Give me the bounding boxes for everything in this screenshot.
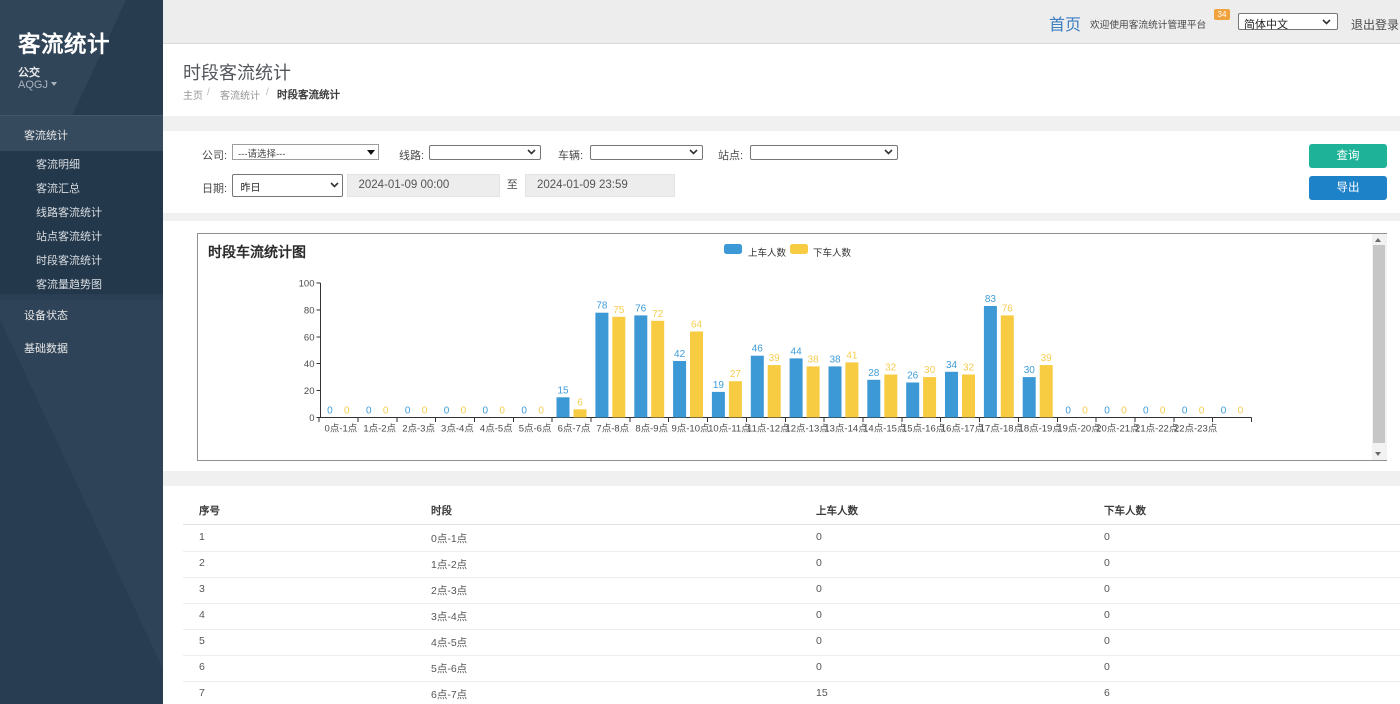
- svg-text:44: 44: [790, 346, 802, 357]
- svg-text:0: 0: [1198, 405, 1204, 416]
- svg-text:2点-3点: 2点-3点: [402, 423, 435, 434]
- svg-text:30: 30: [924, 365, 936, 376]
- svg-text:0: 0: [538, 405, 544, 416]
- svg-text:1点-2点: 1点-2点: [363, 423, 396, 434]
- svg-text:39: 39: [768, 353, 780, 364]
- svg-text:21点-22点: 21点-22点: [1135, 423, 1179, 434]
- svg-text:0: 0: [404, 405, 410, 416]
- svg-text:0: 0: [1121, 405, 1127, 416]
- svg-text:7点-8点: 7点-8点: [596, 423, 629, 434]
- svg-text:0: 0: [1082, 405, 1088, 416]
- svg-text:0点-1点: 0点-1点: [324, 423, 357, 434]
- svg-text:0: 0: [309, 413, 314, 424]
- svg-text:0: 0: [1181, 405, 1187, 416]
- svg-text:0: 0: [421, 405, 427, 416]
- svg-text:4点-5点: 4点-5点: [479, 423, 512, 434]
- svg-text:17点-18点: 17点-18点: [979, 423, 1023, 434]
- svg-text:40: 40: [303, 359, 314, 370]
- svg-text:41: 41: [846, 350, 858, 361]
- svg-text:14点-15点: 14点-15点: [863, 423, 907, 434]
- svg-text:3点-4点: 3点-4点: [441, 423, 474, 434]
- svg-text:0: 0: [366, 405, 372, 416]
- svg-text:46: 46: [751, 344, 763, 355]
- svg-text:32: 32: [885, 363, 897, 374]
- svg-text:19: 19: [712, 380, 724, 391]
- svg-text:20: 20: [303, 386, 314, 397]
- svg-text:0: 0: [382, 405, 388, 416]
- svg-text:28: 28: [868, 368, 880, 379]
- svg-text:18点-19点: 18点-19点: [1018, 423, 1062, 434]
- svg-text:80: 80: [303, 306, 314, 317]
- svg-text:76: 76: [1001, 303, 1013, 314]
- svg-text:83: 83: [984, 294, 996, 305]
- svg-text:0: 0: [327, 405, 333, 416]
- svg-text:0: 0: [443, 405, 449, 416]
- svg-text:0: 0: [1065, 405, 1071, 416]
- svg-text:16点-17点: 16点-17点: [940, 423, 984, 434]
- svg-text:75: 75: [613, 305, 625, 316]
- svg-text:60: 60: [303, 332, 314, 343]
- svg-text:11点-12点: 11点-12点: [747, 423, 790, 434]
- svg-text:38: 38: [807, 354, 819, 365]
- svg-text:9点-10点: 9点-10点: [671, 423, 710, 434]
- svg-text:8点-9点: 8点-9点: [635, 423, 668, 434]
- svg-text:0: 0: [521, 405, 527, 416]
- svg-text:64: 64: [690, 320, 702, 331]
- svg-text:0: 0: [460, 405, 466, 416]
- svg-text:76: 76: [635, 303, 647, 314]
- svg-text:34: 34: [945, 360, 957, 371]
- svg-text:20点-21点: 20点-21点: [1096, 423, 1140, 434]
- svg-text:0: 0: [344, 405, 350, 416]
- svg-text:72: 72: [652, 309, 664, 320]
- svg-text:100: 100: [298, 279, 314, 290]
- svg-text:6: 6: [577, 397, 583, 408]
- svg-text:15点-16点: 15点-16点: [901, 423, 945, 434]
- svg-text:12点-13点: 12点-13点: [785, 423, 829, 434]
- svg-text:0: 0: [1237, 405, 1243, 416]
- svg-text:78: 78: [596, 301, 608, 312]
- svg-text:27: 27: [729, 369, 741, 380]
- svg-text:26: 26: [907, 371, 919, 382]
- svg-text:10点-11点: 10点-11点: [708, 423, 751, 434]
- svg-text:30: 30: [1023, 365, 1035, 376]
- svg-text:6点-7点: 6点-7点: [557, 423, 590, 434]
- svg-text:0: 0: [1220, 405, 1226, 416]
- svg-text:0: 0: [482, 405, 488, 416]
- svg-text:0: 0: [1143, 405, 1149, 416]
- svg-text:42: 42: [674, 349, 686, 360]
- svg-text:22点-23点: 22点-23点: [1173, 423, 1217, 434]
- svg-text:0: 0: [499, 405, 505, 416]
- svg-text:0: 0: [1159, 405, 1165, 416]
- svg-text:5点-6点: 5点-6点: [518, 423, 551, 434]
- svg-text:39: 39: [1040, 353, 1052, 364]
- svg-text:0: 0: [1104, 405, 1110, 416]
- svg-text:15: 15: [557, 385, 569, 396]
- svg-text:13点-14点: 13点-14点: [824, 423, 868, 434]
- svg-text:38: 38: [829, 354, 841, 365]
- svg-text:19点-20点: 19点-20点: [1057, 423, 1101, 434]
- svg-text:32: 32: [962, 363, 974, 374]
